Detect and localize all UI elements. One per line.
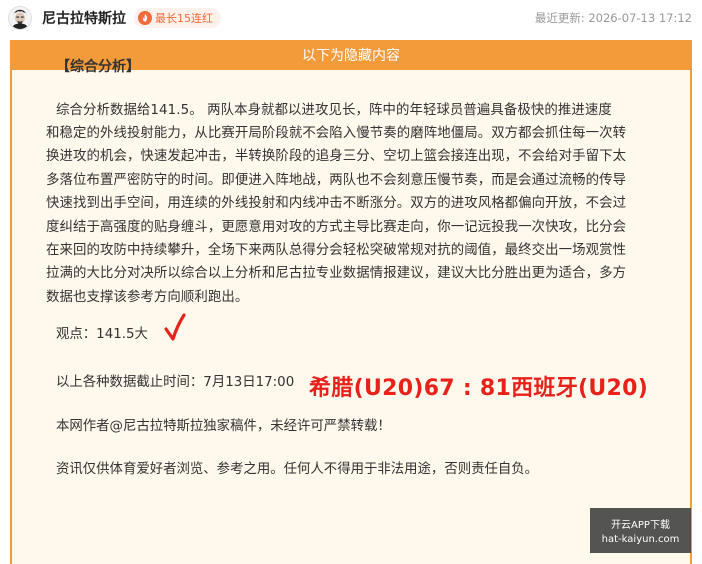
app-download-url: hat-kaiyun.com <box>601 534 680 545</box>
match-result: 希腊(U20)67 : 81西班牙(U20) <box>309 376 649 401</box>
fire-icon <box>138 11 152 25</box>
analysis-line: 度纠结于高强度的贴身缠斗，更愿意用对攻的方式主导比赛走向，你一记远投我一次快攻，… <box>46 219 627 235</box>
disclaimer: 资讯仅供体育爱好者浏览、参考之用。任何人不得用于非法用途，否则责任自负。 <box>56 462 539 478</box>
author-avatar[interactable] <box>8 6 32 30</box>
article-page: 尼古拉特斯拉 最长15连红 最近更新: 2026-07-13 17:12 以下为… <box>0 0 702 564</box>
analysis-line: 换进攻的机会，快速发起冲击，半转换阶段的追身三分、空切上篮会接连出现，不会给对手… <box>46 149 627 165</box>
author-header: 尼古拉特斯拉 最长15连红 最近更新: 2026-07-13 17:12 <box>0 0 702 36</box>
analysis-line: 综合分析数据给141.5。 两队本身就都以进攻见长，阵中的年轻球员普遍具备极快的… <box>56 102 612 118</box>
avatar-portrait-icon <box>9 7 31 29</box>
analysis-paragraph: 综合分析数据给141.5。 两队本身就都以进攻见长，阵中的年轻球员普遍具备极快的… <box>46 99 666 310</box>
analysis-line: 多落位布置严密防守的时间。即便进入阵地战，两队也不会刻意压慢节奏，而是会通过流畅… <box>46 172 627 188</box>
section-title: 【综合分析】 <box>56 59 140 75</box>
analysis-line: 拉满的大比分对决所以综合以上分析和尼古拉专业数据情报建议，建议大比分胜出更为适合… <box>46 266 627 282</box>
author-name[interactable]: 尼古拉特斯拉 <box>42 8 126 28</box>
analysis-line: 在来回的攻防中持续攀升，全场下来两队总得分会轻松突破常规对抗的阈值，最终交出一场… <box>46 243 627 259</box>
red-check-icon <box>164 313 186 341</box>
app-download-box[interactable]: 开云APP下载 hat-kaiyun.com <box>590 508 691 553</box>
analysis-line: 快速找到出手空间，用连续的外线投射和内线冲击不断涨分。双方的进攻风格都偏向开放，… <box>46 196 627 212</box>
streak-badge-label: 最长15连红 <box>155 12 213 25</box>
analysis-line: 和稳定的外线投射能力，从比赛开局阶段就不会陷入慢节奏的磨阵地僵局。双方都会抓住每… <box>46 126 627 141</box>
app-download-label: 开云APP下载 <box>611 520 670 531</box>
last-updated: 最近更新: 2026-07-13 17:12 <box>535 10 694 26</box>
last-updated-time: 2026-07-13 17:12 <box>588 11 692 25</box>
viewpoint-text: 观点：141.5大 <box>56 327 148 343</box>
viewpoint-row: 观点：141.5大 <box>46 313 666 351</box>
article-content: 【综合分析】 综合分析数据给141.5。 两队本身就都以进攻见长，阵中的年轻球员… <box>46 56 666 482</box>
streak-badge: 最长15连红 <box>134 8 221 28</box>
copyright-notice: 本网作者@尼古拉特斯拉独家稿件，未经许可严禁转载！ <box>56 418 391 434</box>
analysis-line: 数据也支撑该参考方向顺利跑出。 <box>46 289 249 305</box>
last-updated-label: 最近更新: <box>534 11 585 25</box>
